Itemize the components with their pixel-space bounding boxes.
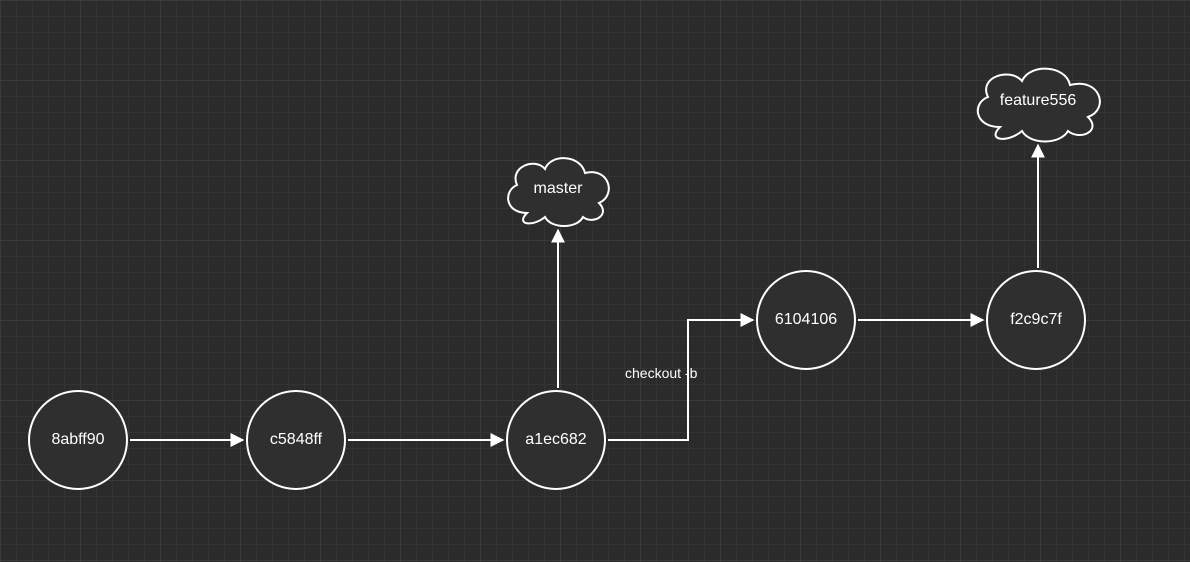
branch-cloud-master[interactable]: master: [493, 145, 623, 230]
commit-node-c5[interactable]: f2c9c7f: [986, 270, 1086, 370]
commit-node-c4[interactable]: 6104106: [756, 270, 856, 370]
edge-label-checkout: checkout -b: [625, 365, 697, 381]
branch-label: master: [534, 179, 583, 197]
commit-label: f2c9c7f: [1010, 311, 1062, 329]
diagram-canvas: 8abff90 c5848ff a1ec682 6104106 f2c9c7f …: [0, 0, 1190, 562]
branch-label: feature556: [1000, 92, 1077, 110]
branch-cloud-feature[interactable]: feature556: [960, 55, 1116, 145]
commit-node-c3[interactable]: a1ec682: [506, 390, 606, 490]
commit-label: 8abff90: [51, 431, 104, 449]
commit-label: c5848ff: [270, 431, 322, 449]
commit-label: 6104106: [775, 311, 837, 329]
commit-label: a1ec682: [525, 431, 586, 449]
commit-node-c1[interactable]: 8abff90: [28, 390, 128, 490]
commit-node-c2[interactable]: c5848ff: [246, 390, 346, 490]
